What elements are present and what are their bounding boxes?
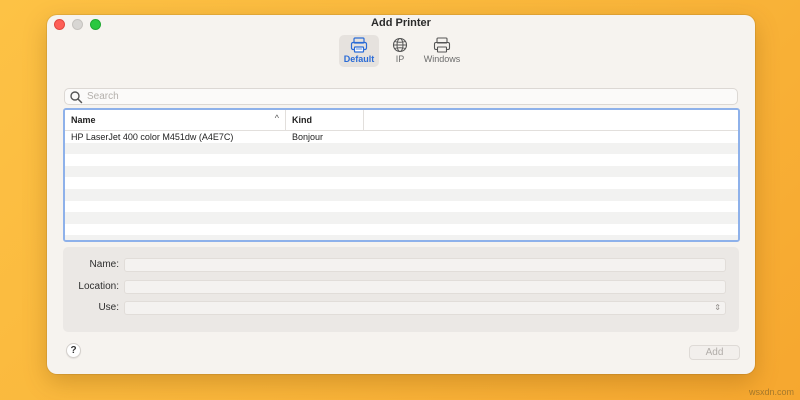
ip-tab-label: IP <box>395 54 405 64</box>
kind-column-header[interactable]: Kind <box>286 110 364 130</box>
printer-details-form: Name: Location: Use: ⇕ <box>63 247 739 332</box>
add-printer-window: Add Printer Default IP Windows Search Na… <box>47 15 755 374</box>
search-icon <box>70 90 83 103</box>
window-title: Add Printer <box>371 17 431 29</box>
name-row: Name: <box>63 257 739 272</box>
globe-icon <box>392 37 408 53</box>
sort-ascending-icon: ^ <box>274 113 279 123</box>
use-select[interactable]: ⇕ <box>124 300 726 315</box>
empty-row <box>65 177 738 189</box>
name-column-header[interactable]: Name ^ <box>65 110 286 130</box>
table-row[interactable]: HP LaserJet 400 color M451dw (A4E7C) Bon… <box>65 131 738 143</box>
empty-row <box>65 223 738 236</box>
toolbar: Default IP Windows <box>47 35 755 83</box>
printer-kind-cell: Bonjour <box>292 131 324 142</box>
location-row: Location: <box>63 279 739 294</box>
chevron-updown-icon: ⇕ <box>714 302 721 312</box>
empty-row <box>65 212 738 224</box>
location-field[interactable] <box>124 279 726 294</box>
location-label: Location: <box>78 281 119 292</box>
help-button[interactable]: ? <box>66 343 81 358</box>
printer-list-table[interactable]: Name ^ Kind HP LaserJet 400 color M451dw… <box>63 108 740 242</box>
windows-printer-icon <box>433 37 451 53</box>
empty-row <box>65 142 738 155</box>
use-row: Use: ⇕ <box>63 300 739 315</box>
search-input[interactable] <box>87 91 737 102</box>
windows-printers-tab[interactable]: Windows <box>420 35 464 67</box>
search-field[interactable] <box>64 88 738 105</box>
table-header: Name ^ Kind <box>65 110 738 131</box>
empty-row <box>65 165 738 178</box>
name-field[interactable] <box>124 257 726 272</box>
empty-row <box>65 154 738 166</box>
windows-tab-label: Windows <box>423 54 461 64</box>
kind-column-label: Kind <box>292 115 312 125</box>
watermark-text: wsxdn.com <box>748 387 794 397</box>
name-label: Name: <box>89 259 119 270</box>
use-label: Use: <box>98 302 119 313</box>
add-button[interactable]: Add <box>689 345 740 360</box>
ip-printers-tab[interactable]: IP <box>388 35 412 67</box>
empty-row <box>65 188 738 201</box>
default-printers-tab[interactable]: Default <box>339 35 379 67</box>
printer-name-cell: HP LaserJet 400 color M451dw (A4E7C) <box>71 131 234 142</box>
table-body: HP LaserJet 400 color M451dw (A4E7C) Bon… <box>65 131 738 240</box>
default-tab-label: Default <box>343 54 375 64</box>
empty-row <box>65 200 738 213</box>
empty-row <box>65 235 738 240</box>
name-column-label: Name <box>71 115 96 125</box>
default-printer-icon <box>350 37 368 53</box>
